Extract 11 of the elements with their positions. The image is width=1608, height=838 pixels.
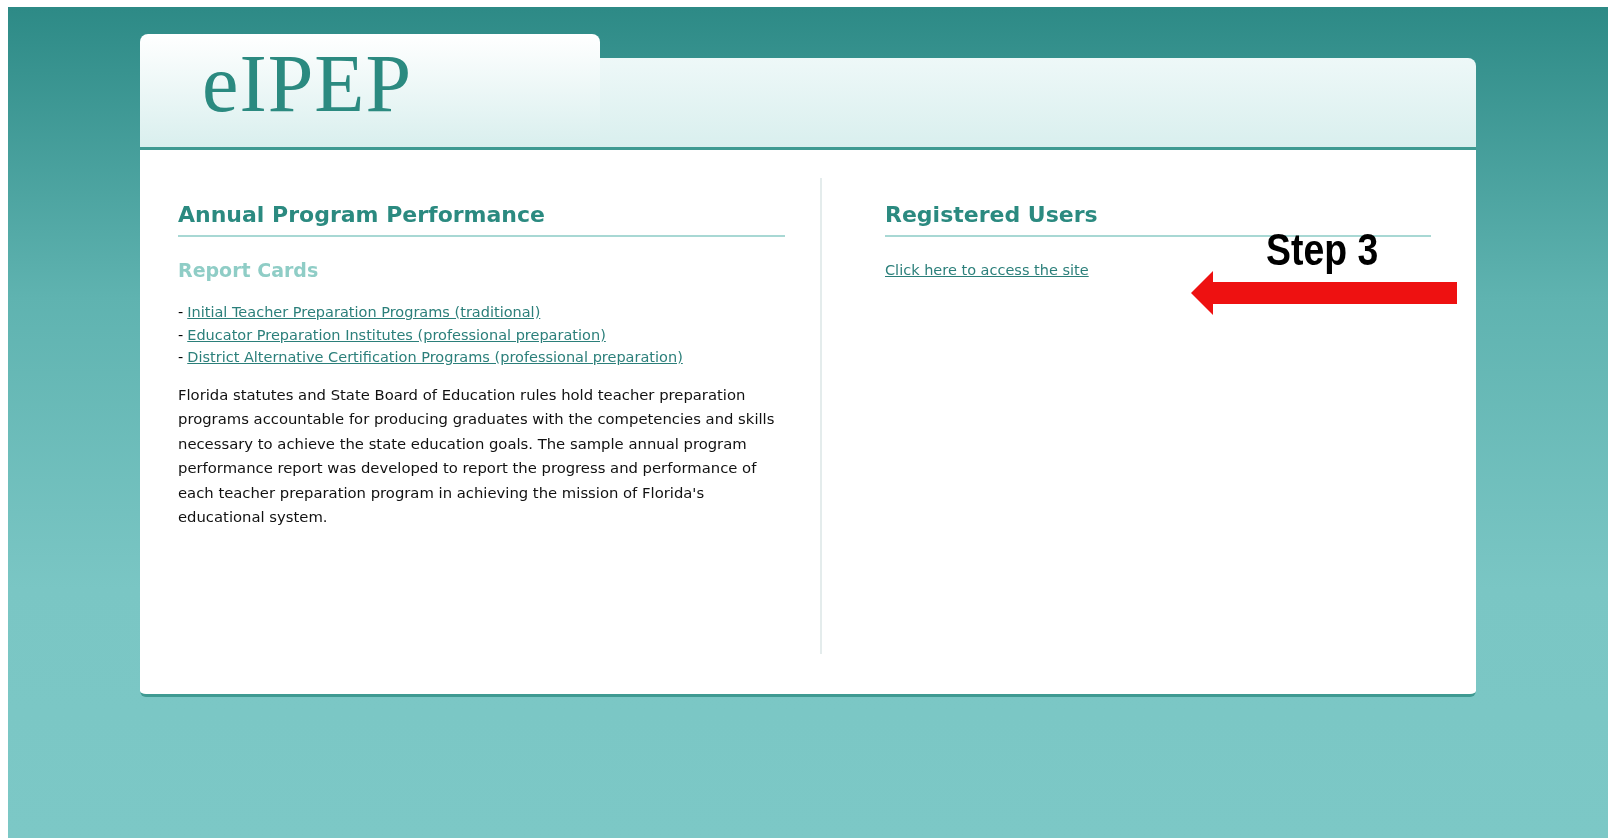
description-paragraph: Florida statutes and State Board of Education rules hold teacher preparation programs accountable for producing graduates with the competencies and skills necessary to achieve the state education goals. The sample annual program performance report was developed to report the progress and performance of each teacher preparation program in achieving the mission of Florida's educational system. <box>178 384 776 527</box>
dash: - <box>178 326 184 343</box>
subheading: Report Cards <box>178 259 320 281</box>
section-heading: Annual Program Performance <box>178 202 785 237</box>
report-card-link[interactable]: Educator Preparation Institutes (professional preparation) <box>187 326 606 343</box>
site-logo: eIPEP <box>202 42 412 125</box>
dash: - <box>178 349 184 365</box>
dash: - <box>178 304 184 320</box>
access-site-link[interactable]: Click here to access the site <box>885 262 1089 278</box>
report-card-link[interactable]: Initial Teacher Preparation Programs (traditional) <box>187 304 541 320</box>
report-card-link[interactable]: District Alternative Certification Programs (professional preparation) <box>187 349 683 365</box>
